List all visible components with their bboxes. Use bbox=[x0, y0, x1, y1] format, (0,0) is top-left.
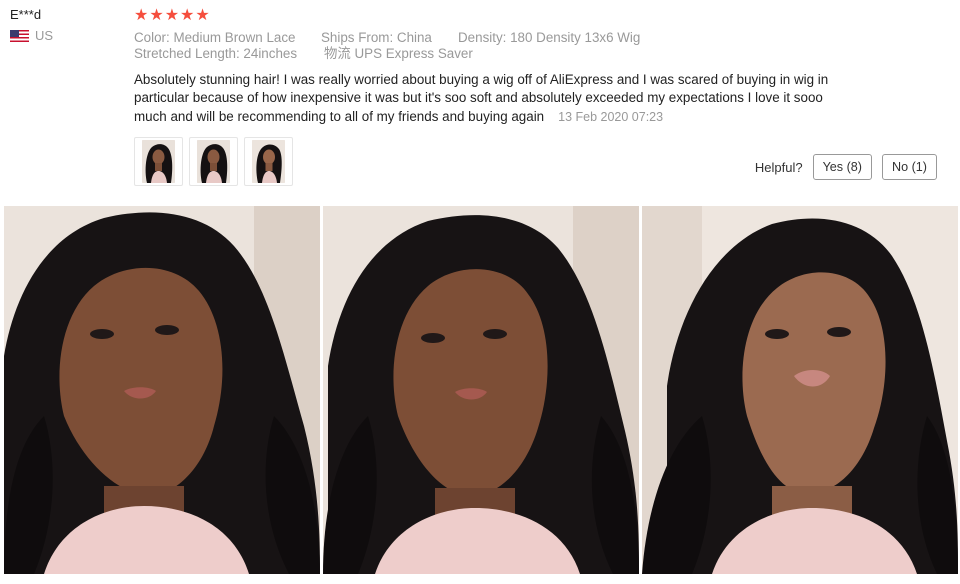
review-content: ★ ★ ★ ★ ★ Color: Medium Brown Lace Ships… bbox=[134, 6, 946, 126]
reviewer-info: E***d US bbox=[10, 6, 120, 43]
star-icon: ★ bbox=[134, 7, 149, 24]
photo-thumbnail-1[interactable] bbox=[134, 137, 183, 186]
thumbnail-image bbox=[142, 140, 175, 183]
country-code: US bbox=[35, 28, 54, 43]
review-text: Absolutely stunning hair! I was really w… bbox=[134, 71, 834, 126]
reviewer-country: US bbox=[10, 28, 120, 43]
attr-density: Density: 180 Density 13x6 Wig bbox=[458, 30, 641, 45]
attr-shipping: 物流 UPS Express Saver bbox=[324, 46, 473, 61]
review-photos bbox=[4, 206, 958, 574]
photo-image bbox=[642, 206, 958, 574]
thumbnail-image bbox=[252, 140, 285, 183]
photo-image bbox=[323, 206, 639, 574]
review-photo-3[interactable] bbox=[642, 206, 958, 574]
photo-thumbnail-2[interactable] bbox=[189, 137, 238, 186]
review-photo-2[interactable] bbox=[323, 206, 639, 574]
attr-stretched-length: Stretched Length: 24inches bbox=[134, 46, 298, 61]
review-photo-1[interactable] bbox=[4, 206, 320, 574]
star-icon: ★ bbox=[164, 7, 180, 24]
star-icon: ★ bbox=[180, 7, 195, 24]
photo-thumbnails bbox=[134, 137, 293, 186]
photo-image bbox=[4, 206, 320, 574]
review-body: Absolutely stunning hair! I was really w… bbox=[134, 72, 829, 124]
vote-yes-button[interactable]: Yes (8) bbox=[812, 154, 872, 180]
attr-ships-from: Ships From: China bbox=[321, 30, 432, 45]
star-icon: ★ bbox=[195, 7, 210, 24]
us-flag-icon bbox=[10, 29, 29, 42]
helpful-votes: Helpful? Yes (8) No (1) bbox=[755, 154, 937, 180]
thumbnail-image bbox=[197, 140, 230, 183]
helpful-label: Helpful? bbox=[754, 159, 803, 175]
attr-color: Color: Medium Brown Lace bbox=[134, 30, 296, 45]
star-icon: ★ bbox=[149, 7, 164, 24]
star-rating: ★ ★ ★ ★ ★ bbox=[134, 6, 946, 26]
review-date: 13 Feb 2020 07:23 bbox=[558, 109, 664, 124]
vote-no-button[interactable]: No (1) bbox=[882, 154, 937, 180]
product-attributes: Color: Medium Brown Lace Ships From: Chi… bbox=[134, 30, 946, 62]
reviewer-name: E***d bbox=[10, 7, 42, 22]
photo-thumbnail-3[interactable] bbox=[244, 137, 293, 186]
